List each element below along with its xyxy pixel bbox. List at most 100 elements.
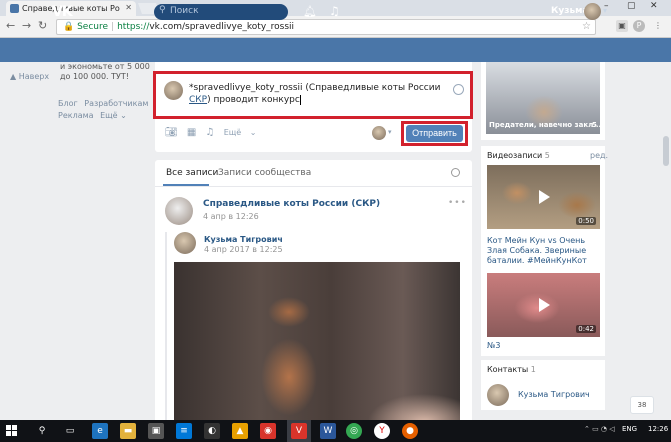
send-button[interactable]: Отправить [406, 125, 463, 142]
videos-count: 5 [544, 151, 550, 160]
promo-line-1: и экономьте от 5 000 [60, 62, 150, 71]
yandex-icon[interactable]: Y [374, 423, 390, 439]
repost-avatar[interactable] [174, 232, 196, 254]
video-icon[interactable]: ▦ [187, 127, 196, 138]
chevron-down-icon[interactable]: ▾ [603, 6, 607, 15]
album-count: 5 [592, 121, 597, 129]
attach-toolbar: 📷︎ ▦ ♫ Ещё ⌄ [165, 127, 262, 138]
contacts-header[interactable]: Контакты 1 [487, 365, 536, 374]
firefox-icon[interactable]: ● [402, 423, 418, 439]
link-ads[interactable]: Реклама [58, 111, 94, 120]
footer-links: Блог Разработчикам Реклама Ещё ⌄ [58, 98, 152, 122]
store-icon[interactable]: ▣ [148, 423, 164, 439]
vk-header [0, 38, 671, 62]
chrome-menu-icon[interactable]: ⋮ [652, 20, 664, 32]
more-icon[interactable]: ••• [448, 198, 467, 208]
videos-title: Видеозаписи [487, 151, 543, 160]
search-icon[interactable] [451, 168, 460, 177]
contacts-title: Контакты [487, 365, 529, 374]
extension-icon[interactable]: ▣ [616, 20, 628, 32]
video-title[interactable]: №3 [487, 341, 500, 350]
post-text[interactable]: *spravedlivye_koty_rossii (Справедливые … [189, 82, 444, 106]
search-icon[interactable]: ⚲ [34, 423, 50, 439]
maximize-icon[interactable]: ▢ [627, 1, 636, 11]
messages-counter[interactable]: 38 [630, 396, 654, 414]
file-explorer-icon[interactable]: ▬ [120, 423, 136, 439]
vivaldi-icon[interactable]: V [291, 423, 307, 439]
post-author[interactable]: Справедливые коты России (СКР) [203, 199, 380, 209]
app-icon[interactable]: ≡ [176, 423, 192, 439]
audio-icon[interactable]: ♫ [206, 127, 215, 138]
smile-icon[interactable] [453, 84, 464, 95]
task-view-icon[interactable]: ▭ [62, 423, 78, 439]
url-host-path: vk.com/spravedlivye_koty_rossii [149, 22, 295, 32]
scroll-to-top-label: Наверх [18, 72, 50, 81]
link-more[interactable]: Ещё ⌄ [100, 111, 127, 120]
videos-edit-link[interactable]: ред. [590, 151, 608, 160]
post-date[interactable]: 4 апр в 12:26 [203, 212, 259, 221]
windows-start-icon[interactable] [6, 425, 18, 437]
language-indicator[interactable]: ENG [622, 425, 637, 433]
forward-arrow-icon[interactable]: → [22, 19, 31, 32]
play-icon [539, 298, 550, 312]
mention-abbr: СКР [189, 95, 208, 105]
post-photo[interactable] [174, 262, 460, 438]
camera-icon[interactable]: 📷︎ [165, 127, 178, 138]
repost-author[interactable]: Кузьма Тигрович [204, 235, 283, 244]
post-text-rest: ) проводит конкурс [207, 95, 301, 105]
post-text-field[interactable]: *spravedlivye_koty_rossii (Справедливые … [153, 71, 473, 119]
chevron-down-icon[interactable]: ▾ [388, 128, 392, 136]
lock-icon: 🔒 [63, 22, 75, 32]
vk-favicon-icon [10, 4, 19, 13]
tab-community-posts[interactable]: Записи сообщества [218, 168, 311, 178]
scrollbar-thumb[interactable] [663, 136, 669, 166]
left-promo[interactable]: и экономьте от 5 000 до 100 000. ТУТ! [60, 62, 150, 82]
video-thumbnail[interactable]: 0:42 [487, 273, 600, 337]
scroll-to-top-link[interactable]: ▲ Наверх [10, 72, 49, 81]
video-duration: 0:50 [576, 217, 596, 225]
link-blog[interactable]: Блог [58, 99, 78, 108]
arrow-up-icon: ▲ [10, 72, 17, 81]
close-tab-icon[interactable]: ✕ [125, 3, 132, 12]
scrollbar-track[interactable] [659, 62, 671, 420]
promo-line-2: до 100 000. ТУТ! [60, 72, 129, 81]
address-bar[interactable]: 🔒 Secure | https://vk.com/spravedlivye_kot… [56, 19, 596, 35]
attach-more-button[interactable]: Ещё ⌄ [224, 128, 257, 137]
community-avatar[interactable] [165, 197, 193, 225]
profile-icon[interactable]: P [633, 20, 645, 32]
chrome-icon[interactable]: ◎ [346, 423, 362, 439]
link-developers[interactable]: Разработчикам [84, 99, 148, 108]
edge-icon[interactable]: e [92, 423, 108, 439]
bell-icon[interactable]: 🔔︎ [303, 5, 317, 18]
vk-logo[interactable]: VK [52, 4, 73, 20]
back-arrow-icon[interactable]: ← [6, 19, 15, 32]
composer-avatar [164, 81, 183, 100]
contacts-count: 1 [530, 365, 536, 374]
word-icon[interactable]: W [320, 423, 336, 439]
contact-avatar[interactable] [487, 384, 509, 406]
mention-name: (Справедливые коты России [302, 83, 441, 93]
mention-text: *spravedlivye_koty_rossii [189, 83, 303, 93]
app-icon[interactable]: ◐ [204, 423, 220, 439]
user-name[interactable]: Кузьма [551, 6, 589, 16]
album-caption[interactable]: Предатели, навечно закл... [489, 121, 601, 129]
contact-name[interactable]: Кузьма Тигрович [518, 390, 590, 399]
video-thumbnail[interactable]: 0:50 [487, 165, 600, 229]
clock[interactable]: 12:26 [648, 425, 668, 433]
music-icon[interactable]: ♫ [329, 4, 340, 18]
close-window-icon[interactable]: ✕ [650, 1, 658, 11]
app-icon[interactable]: ▲ [232, 423, 248, 439]
post-as-avatar[interactable] [372, 126, 386, 140]
search-placeholder: Поиск [170, 6, 199, 16]
reload-icon[interactable]: ↻ [38, 19, 47, 32]
search-input[interactable]: ⚲ Поиск [154, 4, 288, 20]
tab-all-posts[interactable]: Все записи [166, 168, 218, 178]
videos-header[interactable]: Видеозаписи 5 [487, 151, 550, 160]
app-icon[interactable]: ◉ [260, 423, 276, 439]
tray-icons[interactable]: ⌃ ▭ ◔ ◁ [584, 425, 615, 433]
attach-more-label: Ещё [223, 128, 242, 137]
repost-date[interactable]: 4 апр 2017 в 12:25 [204, 245, 283, 254]
video-title[interactable]: Кот Мейн Кун vs Очень Злая Собака. Звери… [487, 236, 602, 266]
avatar[interactable] [584, 3, 601, 20]
bookmark-star-icon[interactable]: ☆ [582, 21, 591, 32]
